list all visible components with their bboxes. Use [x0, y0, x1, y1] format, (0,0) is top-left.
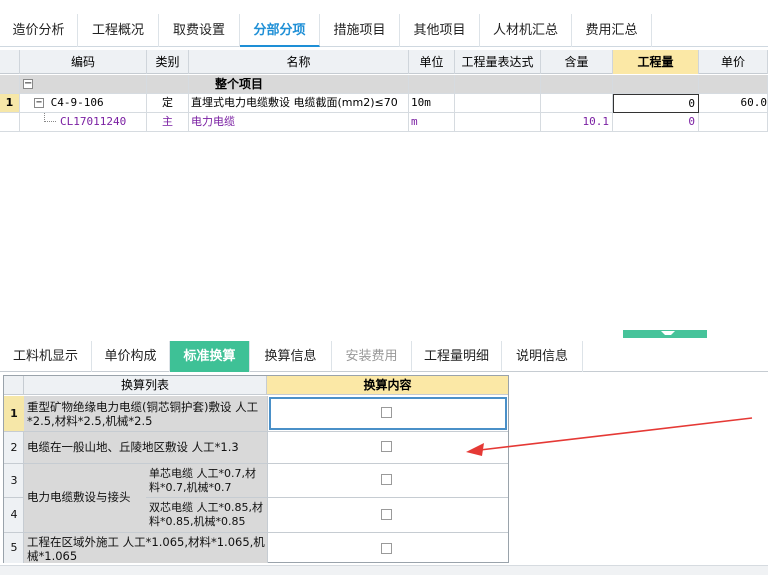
conversion-checkbox[interactable]	[381, 543, 392, 554]
type-cell[interactable]: 定	[147, 94, 189, 113]
grid-header: 编码 类别 名称 单位 工程量表达式 含量 工程量 单价	[0, 50, 768, 74]
tab-conversion-info[interactable]: 换算信息	[250, 341, 332, 372]
conversion-table: 换算列表 换算内容 1 重型矿物绝缘电力电缆(铜芯铜护套)敷设 人工*2.5,材…	[3, 375, 509, 563]
code-text: C4-9-106	[50, 96, 104, 109]
row-divider	[146, 497, 508, 498]
conversion-item-text: 工程在区域外施工 人工*1.065,材料*1.065,机械*1.065	[27, 535, 265, 563]
header-code[interactable]: 编码	[20, 50, 147, 74]
panel-splitter-handle[interactable]	[623, 330, 707, 338]
top-tab-bar: 造价分析 工程概况 取费设置 分部分项 措施项目 其他项目 人材机汇总 费用汇总	[0, 14, 768, 47]
row-number: 1	[0, 94, 20, 113]
tab-quantity-detail[interactable]: 工程量明细	[412, 341, 502, 372]
arrow-head	[466, 443, 484, 456]
row-number: 3	[10, 474, 18, 487]
tab-project-overview[interactable]: 工程概况	[78, 14, 159, 47]
conversion-item-text: 单芯电缆 人工*0.7,材料*0.7,机械*0.7	[149, 467, 256, 494]
tab-fee-settings[interactable]: 取费设置	[159, 14, 240, 47]
conversion-checkbox[interactable]	[381, 474, 392, 485]
bottom-tab-bar: 工料机显示 单价构成 标准换算 换算信息 安装费用 工程量明细 说明信息	[0, 341, 768, 372]
tab-other-items[interactable]: 其他项目	[400, 14, 480, 47]
type-cell[interactable]: 主	[147, 113, 189, 132]
status-bar	[0, 565, 768, 575]
tab-labor-material-display[interactable]: 工料机显示	[0, 341, 92, 372]
price-cell[interactable]	[699, 113, 768, 132]
price-cell[interactable]: 60.0	[699, 94, 768, 113]
conversion-item-text: 双芯电缆 人工*0.85,材料*0.85,机械*0.85	[149, 501, 263, 528]
code-cell[interactable]: − C4-9-106	[20, 94, 147, 113]
header-rownum	[0, 50, 20, 74]
tab-measures[interactable]: 措施项目	[320, 14, 400, 47]
header-unit-price[interactable]: 单价	[699, 50, 768, 74]
conversion-checkbox[interactable]	[381, 441, 392, 452]
section-code-cell: −	[20, 75, 147, 94]
section-unit-cell	[409, 75, 455, 94]
tab-description-info[interactable]: 说明信息	[502, 341, 583, 372]
conversion-header-content[interactable]: 换算内容	[267, 376, 508, 395]
header-name[interactable]: 名称	[189, 50, 409, 74]
row-number: 5	[10, 541, 18, 554]
conversion-checkbox[interactable]	[381, 509, 392, 520]
row-number	[0, 113, 20, 132]
code-cell[interactable]: CL17011240	[20, 113, 147, 132]
column-divider	[267, 396, 268, 563]
unit-cell[interactable]: m	[409, 113, 455, 132]
name-cell[interactable]: 电力电缆	[189, 113, 409, 132]
row-divider	[4, 431, 508, 432]
section-expr-cell	[455, 75, 541, 94]
tab-cost-analysis[interactable]: 造价分析	[0, 14, 78, 47]
collapse-icon[interactable]: −	[23, 79, 33, 89]
row-number: 2	[10, 441, 18, 454]
section-price-cell	[699, 75, 768, 94]
header-type[interactable]: 类别	[147, 50, 189, 74]
expr-cell[interactable]	[455, 94, 541, 113]
section-title: 整个项目	[189, 75, 409, 94]
table-row[interactable]: CL17011240 主 电力电缆 m 10.1 0	[0, 113, 768, 132]
header-quantity[interactable]: 工程量	[613, 50, 699, 74]
unit-cell[interactable]: 10m	[409, 94, 455, 113]
name-cell[interactable]: 直埋式电力电缆敷设 电缆截面(mm2)≤70	[189, 94, 409, 113]
tab-cost-summary[interactable]: 费用汇总	[572, 14, 652, 47]
tab-installation-fee: 安装费用	[332, 341, 412, 372]
conversion-item-text: 电缆在一般山地、丘陵地区敷设 人工*1.3	[27, 440, 239, 454]
tab-unit-price-composition[interactable]: 单价构成	[92, 341, 170, 372]
row-divider	[4, 463, 508, 464]
tab-sub-items[interactable]: 分部分项	[240, 14, 320, 47]
section-rownum	[0, 75, 20, 94]
tree-connector	[44, 113, 56, 122]
tab-labor-material-summary[interactable]: 人材机汇总	[480, 14, 572, 47]
section-content-cell	[541, 75, 613, 94]
tab-standard-conversion[interactable]: 标准换算	[170, 341, 250, 372]
arrow-shaft	[479, 417, 753, 451]
section-qty-cell	[613, 75, 699, 94]
section-type-cell	[147, 75, 189, 94]
header-quantity-expression[interactable]: 工程量表达式	[455, 50, 541, 74]
conversion-group-label: 电力电缆敷设与接头	[27, 490, 131, 504]
header-content[interactable]: 含量	[541, 50, 613, 74]
conversion-header-rownum	[4, 376, 24, 395]
expr-cell[interactable]	[455, 113, 541, 132]
content-cell[interactable]	[541, 94, 613, 113]
quantity-cell[interactable]: 0	[613, 113, 699, 132]
header-unit[interactable]: 单位	[409, 50, 455, 74]
quantity-cell[interactable]: 0	[613, 94, 699, 113]
row-divider	[4, 532, 508, 533]
conversion-checkbox[interactable]	[381, 407, 392, 418]
section-row[interactable]: − 整个项目	[0, 75, 768, 94]
content-cell[interactable]: 10.1	[541, 113, 613, 132]
row-number: 1	[4, 396, 24, 431]
annotation-arrow	[466, 417, 753, 456]
table-row[interactable]: 1 − C4-9-106 定 直埋式电力电缆敷设 电缆截面(mm2)≤70 10…	[0, 94, 768, 113]
collapse-icon[interactable]: −	[34, 98, 44, 108]
conversion-header-list[interactable]: 换算列表	[24, 376, 267, 395]
row-number: 4	[10, 508, 18, 521]
conversion-item-text: 重型矿物绝缘电力电缆(铜芯铜护套)敷设 人工*2.5,材料*2.5,机械*2.5	[27, 400, 259, 428]
code-text: CL17011240	[60, 115, 127, 128]
